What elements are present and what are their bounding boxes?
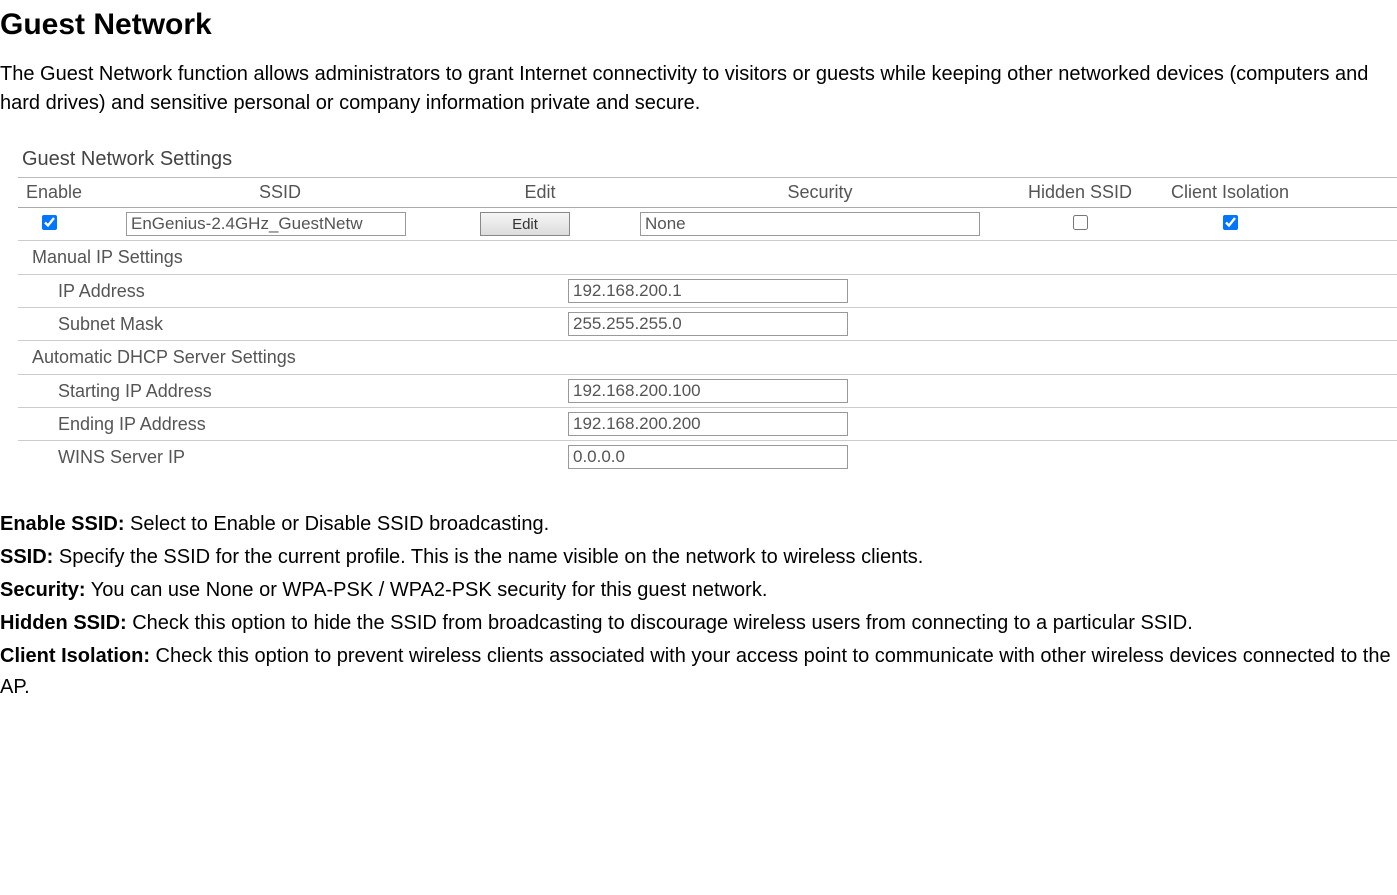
page-title: Guest Network bbox=[0, 8, 1397, 42]
header-security: Security bbox=[640, 182, 1000, 203]
edit-button[interactable]: Edit bbox=[480, 212, 570, 236]
wins-server-input[interactable] bbox=[568, 445, 848, 469]
intro-paragraph: The Guest Network function allows admini… bbox=[0, 60, 1380, 118]
desc-client-isolation: Client Isolation: Check this option to p… bbox=[0, 641, 1397, 703]
header-hidden-ssid: Hidden SSID bbox=[1000, 182, 1160, 203]
starting-ip-row: Starting IP Address bbox=[18, 375, 1397, 408]
descriptions-block: Enable SSID: Select to Enable or Disable… bbox=[0, 509, 1397, 703]
dhcp-section-title: Automatic DHCP Server Settings bbox=[18, 341, 1397, 375]
starting-ip-label: Starting IP Address bbox=[58, 381, 568, 402]
desc-security: Security: You can use None or WPA-PSK / … bbox=[0, 575, 1397, 606]
table-header-row: Enable SSID Edit Security Hidden SSID Cl… bbox=[18, 178, 1397, 208]
ip-address-label: IP Address bbox=[58, 281, 568, 302]
desc-enable-ssid: Enable SSID: Select to Enable or Disable… bbox=[0, 509, 1397, 540]
desc-ssid-label: SSID: bbox=[0, 546, 53, 568]
hidden-ssid-checkbox[interactable] bbox=[1073, 215, 1088, 230]
subnet-mask-label: Subnet Mask bbox=[58, 314, 568, 335]
header-ssid: SSID bbox=[120, 182, 440, 203]
desc-enable-ssid-text: Select to Enable or Disable SSID broadca… bbox=[124, 513, 549, 535]
enable-checkbox[interactable] bbox=[42, 215, 57, 230]
desc-hidden-ssid: Hidden SSID: Check this option to hide t… bbox=[0, 608, 1397, 639]
ending-ip-input[interactable] bbox=[568, 412, 848, 436]
header-edit: Edit bbox=[440, 182, 640, 203]
desc-hidden-ssid-label: Hidden SSID: bbox=[0, 612, 127, 634]
header-client-isolation: Client Isolation bbox=[1160, 182, 1300, 203]
subnet-mask-row: Subnet Mask bbox=[18, 308, 1397, 341]
panel-title: Guest Network Settings bbox=[18, 142, 1397, 178]
ip-address-row: IP Address bbox=[18, 275, 1397, 308]
guest-network-settings-panel: Guest Network Settings Enable SSID Edit … bbox=[18, 142, 1397, 473]
security-field[interactable] bbox=[640, 212, 980, 236]
ending-ip-label: Ending IP Address bbox=[58, 414, 568, 435]
ip-address-input[interactable] bbox=[568, 279, 848, 303]
ssid-input[interactable] bbox=[126, 212, 406, 236]
subnet-mask-input[interactable] bbox=[568, 312, 848, 336]
desc-ssid: SSID: Specify the SSID for the current p… bbox=[0, 542, 1397, 573]
client-isolation-checkbox[interactable] bbox=[1223, 215, 1238, 230]
desc-hidden-ssid-text: Check this option to hide the SSID from … bbox=[127, 612, 1193, 634]
starting-ip-input[interactable] bbox=[568, 379, 848, 403]
wins-server-row: WINS Server IP bbox=[18, 441, 1397, 473]
manual-ip-section-title: Manual IP Settings bbox=[18, 241, 1397, 275]
desc-client-isolation-label: Client Isolation: bbox=[0, 645, 150, 667]
desc-security-label: Security: bbox=[0, 579, 86, 601]
table-row: Edit bbox=[18, 208, 1397, 241]
desc-enable-ssid-label: Enable SSID: bbox=[0, 513, 124, 535]
desc-security-text: You can use None or WPA-PSK / WPA2-PSK s… bbox=[86, 579, 768, 601]
desc-ssid-text: Specify the SSID for the current profile… bbox=[53, 546, 923, 568]
wins-server-label: WINS Server IP bbox=[58, 447, 568, 468]
header-enable: Enable bbox=[20, 182, 120, 203]
ending-ip-row: Ending IP Address bbox=[18, 408, 1397, 441]
desc-client-isolation-text: Check this option to prevent wireless cl… bbox=[0, 645, 1391, 698]
